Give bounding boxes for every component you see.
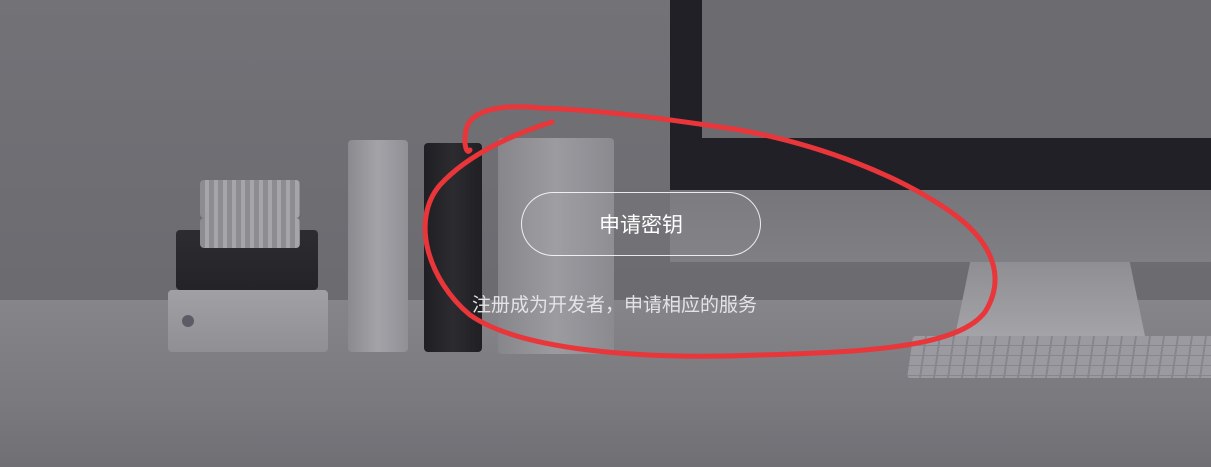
monitor-screen — [702, 0, 1211, 138]
hero-subtitle: 注册成为开发者，申请相应的服务 — [472, 294, 758, 316]
desk-edge — [0, 398, 1211, 467]
apply-key-button[interactable]: 申请密钥 — [521, 192, 761, 256]
silver-drive-tower — [348, 140, 408, 352]
monitor-stand — [955, 262, 1145, 336]
power-led-icon — [182, 315, 194, 327]
keyboard-image — [907, 336, 1211, 378]
gray-drive — [168, 290, 328, 352]
usb-hub-top — [200, 180, 300, 218]
black-drive-tower — [424, 143, 482, 352]
hero-banner: 申请密钥 注册成为开发者，申请相应的服务 — [0, 0, 1211, 467]
usb-hub-middle — [200, 218, 300, 248]
